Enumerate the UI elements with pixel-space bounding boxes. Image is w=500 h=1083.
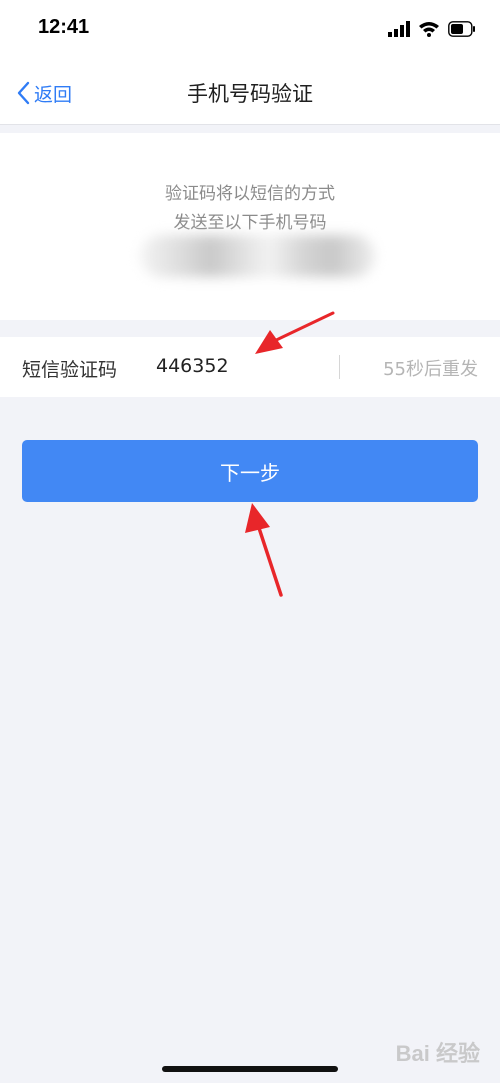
info-line-1: 验证码将以短信的方式 (165, 184, 335, 204)
status-icons (388, 18, 476, 40)
info-line-2: 发送至以下手机号码 (173, 213, 327, 233)
signal-icon (388, 21, 410, 37)
resend-countdown[interactable]: 55秒后重发 (383, 355, 478, 381)
status-time: 12:41 (38, 16, 90, 38)
home-indicator[interactable] (162, 1066, 338, 1072)
annotation-arrow-icon (245, 503, 283, 597)
sms-code-label: 短信验证码 (22, 359, 118, 381)
status-bar: 12:41 (0, 0, 500, 60)
watermark: Bai 经验 (395, 1041, 480, 1066)
page-title: 手机号码验证 (187, 82, 313, 106)
sms-code-input[interactable] (156, 349, 326, 383)
next-step-button[interactable]: 下一步 (22, 440, 478, 502)
battery-icon (448, 21, 475, 37)
wifi-icon (419, 22, 439, 37)
nav-bar: 返回 手机号码验证 (0, 60, 500, 125)
divider (339, 355, 340, 379)
sms-code-row: 短信验证码 55秒后重发 (0, 337, 500, 397)
blurred-phone-number (140, 235, 375, 277)
info-card: 验证码将以短信的方式 发送至以下手机号码 (0, 133, 500, 320)
